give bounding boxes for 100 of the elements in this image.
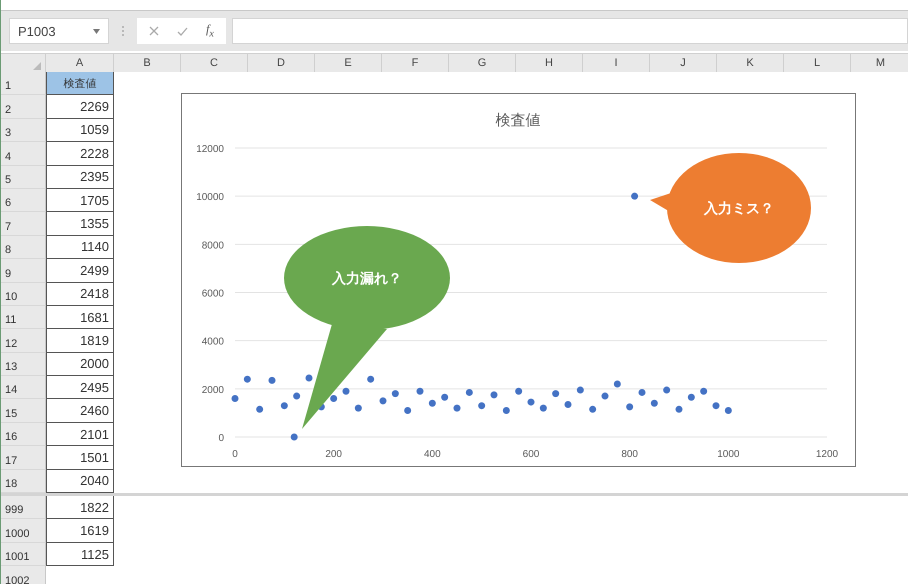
data-point bbox=[724, 407, 732, 414]
data-point bbox=[330, 394, 338, 402]
data-point bbox=[638, 388, 646, 396]
axis-label: 1200 bbox=[816, 449, 838, 460]
axis-label: 6000 bbox=[202, 288, 224, 300]
row-header[interactable]: 3 bbox=[1, 118, 46, 142]
table-cell: 2101 bbox=[46, 422, 114, 446]
row-header[interactable]: 4 bbox=[1, 142, 46, 166]
insert-function-button[interactable]: f$_{x}$ bbox=[206, 22, 214, 40]
row-header[interactable]: 15 bbox=[1, 399, 46, 423]
row-header[interactable]: 6 bbox=[1, 188, 46, 212]
row-header[interactable]: 999 bbox=[1, 496, 46, 520]
axis-label: 800 bbox=[621, 449, 638, 460]
data-point bbox=[454, 404, 460, 412]
table-cell: 1140 bbox=[46, 236, 114, 260]
axis-label: 600 bbox=[522, 449, 540, 460]
row-header[interactable]: 9 bbox=[1, 259, 46, 283]
axis-label: 10000 bbox=[196, 192, 224, 204]
data-point bbox=[268, 376, 276, 384]
data-point bbox=[626, 403, 634, 410]
axis-label: 0 bbox=[218, 433, 224, 444]
data-point bbox=[614, 380, 621, 388]
table-cell: 1819 bbox=[46, 329, 114, 353]
data-point bbox=[576, 386, 584, 394]
data-point bbox=[367, 376, 374, 383]
callout-text: 入力ミス？ bbox=[704, 200, 774, 216]
table-cell: 1705 bbox=[46, 188, 114, 212]
data-point bbox=[290, 434, 298, 440]
data-point bbox=[404, 407, 412, 414]
check-icon[interactable] bbox=[177, 26, 188, 36]
axis-label: 0 bbox=[232, 449, 238, 460]
data-point bbox=[564, 400, 572, 408]
table-cell: 2000 bbox=[46, 352, 114, 376]
row-header[interactable]: 5 bbox=[1, 166, 46, 189]
data-point bbox=[380, 397, 386, 404]
row-header[interactable]: 1001 bbox=[1, 542, 46, 566]
header-cell: 検査値 bbox=[46, 72, 114, 96]
row-header[interactable]: 2 bbox=[1, 95, 46, 119]
data-point bbox=[602, 392, 608, 400]
data-point bbox=[490, 391, 498, 398]
data-point bbox=[293, 392, 300, 400]
callout-text: 入力漏れ？ bbox=[332, 270, 402, 286]
data-point bbox=[306, 374, 312, 382]
row-header[interactable]: 16 bbox=[1, 422, 46, 446]
data-point bbox=[528, 398, 534, 406]
column-header[interactable]: F bbox=[382, 54, 449, 72]
data-point bbox=[712, 402, 720, 410]
column-header[interactable]: H bbox=[516, 54, 583, 72]
caret-icon bbox=[93, 28, 100, 34]
select-all-icon[interactable] bbox=[33, 62, 41, 70]
row-header[interactable]: 8 bbox=[1, 236, 46, 260]
row-header[interactable]: 7 bbox=[1, 212, 46, 236]
data-point bbox=[631, 192, 638, 200]
data-point bbox=[428, 400, 436, 407]
table-cell: 1059 bbox=[46, 118, 114, 142]
row-header[interactable]: 11 bbox=[1, 306, 46, 330]
data-point bbox=[540, 404, 547, 412]
column-header[interactable]: M bbox=[851, 54, 908, 72]
chart-title: 検査値 bbox=[496, 112, 540, 129]
column-header[interactable]: J bbox=[650, 54, 717, 72]
data-point bbox=[515, 388, 522, 395]
column-header[interactable]: K bbox=[717, 54, 784, 72]
row-header[interactable]: 14 bbox=[1, 376, 46, 400]
row-header[interactable]: 17 bbox=[1, 446, 46, 470]
data-point bbox=[478, 402, 486, 410]
data-point bbox=[232, 394, 238, 402]
column-header[interactable]: I bbox=[583, 54, 650, 72]
data-point bbox=[663, 386, 670, 394]
column-header[interactable]: C bbox=[181, 54, 248, 72]
row-header[interactable]: 18 bbox=[1, 470, 46, 494]
row-header[interactable]: 1000 bbox=[1, 519, 46, 543]
table-cell: 1619 bbox=[46, 519, 114, 543]
table-cell: 2269 bbox=[46, 95, 114, 119]
row-header[interactable]: 13 bbox=[1, 352, 46, 376]
table-cell: 2395 bbox=[46, 166, 114, 189]
table-cell: 1501 bbox=[46, 446, 114, 470]
data-point bbox=[244, 376, 251, 383]
row-header[interactable]: 12 bbox=[1, 329, 46, 353]
close-icon[interactable] bbox=[149, 26, 159, 36]
row-header[interactable]: 1 bbox=[1, 72, 46, 96]
row-header[interactable]: 10 bbox=[1, 282, 46, 306]
data-point bbox=[280, 402, 288, 410]
row-header[interactable]: 1002 bbox=[1, 566, 46, 584]
data-point bbox=[700, 388, 708, 395]
data-point bbox=[392, 390, 399, 398]
column-header[interactable]: G bbox=[449, 54, 516, 72]
data-point bbox=[342, 388, 350, 395]
formula-field[interactable] bbox=[232, 18, 908, 44]
column-header[interactable]: D bbox=[248, 54, 315, 72]
column-header[interactable]: B bbox=[114, 54, 181, 72]
data-point bbox=[466, 388, 473, 396]
column-header[interactable]: L bbox=[784, 54, 851, 72]
column-header[interactable]: E bbox=[315, 54, 382, 72]
data-point bbox=[502, 407, 510, 414]
axis-label: 8000 bbox=[202, 240, 224, 252]
table-cell: 2228 bbox=[46, 142, 114, 166]
table-cell: 2040 bbox=[46, 470, 114, 494]
grip-icon bbox=[121, 25, 125, 37]
name-box[interactable]: P1003 bbox=[9, 18, 109, 44]
axis-label: 4000 bbox=[202, 336, 224, 348]
